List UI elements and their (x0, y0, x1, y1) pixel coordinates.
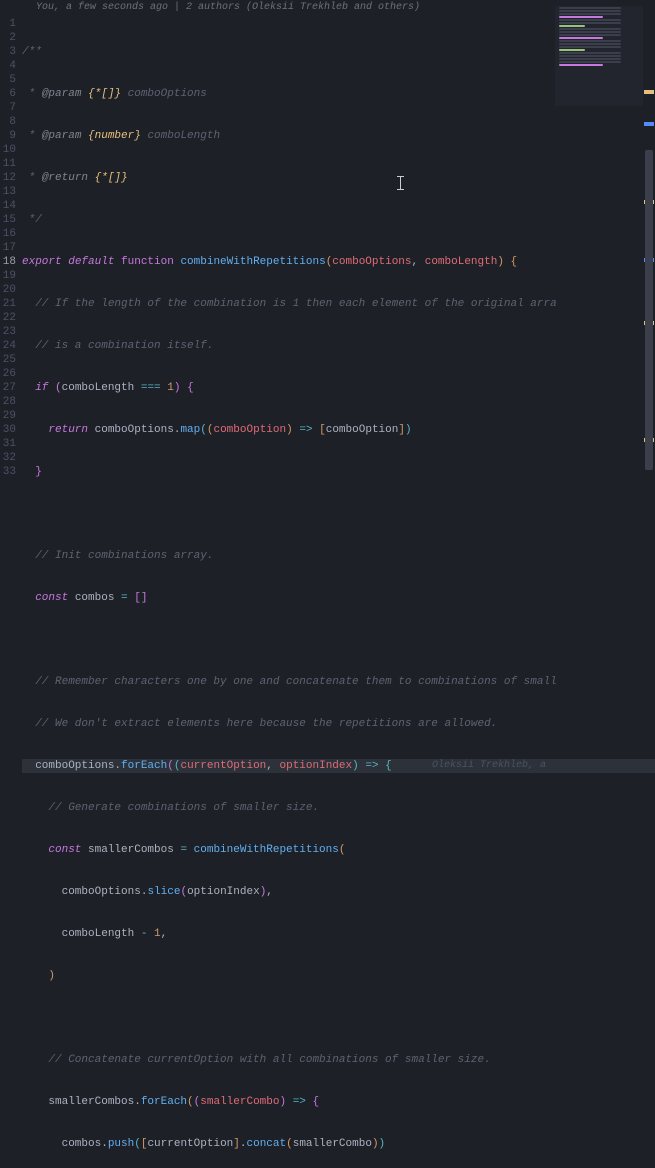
code-line[interactable]: */ (22, 213, 655, 227)
line-number: 16 (0, 227, 16, 241)
code-line[interactable]: return comboOptions.map((comboOption) =>… (22, 423, 655, 437)
code-line[interactable]: // If the length of the combination is 1… (22, 297, 655, 311)
line-number: 18 (0, 255, 16, 269)
minimap-line (559, 61, 621, 63)
code-line[interactable]: // Remember characters one by one and co… (22, 675, 655, 689)
code-line[interactable]: * @return {*[]} (22, 171, 655, 185)
code-line-active[interactable]: comboOptions.forEach((currentOption, opt… (22, 759, 655, 773)
code-line[interactable]: // We don't extract elements here becaus… (22, 717, 655, 731)
line-number-gutter: 1 2 3 4 5 6 7 8 9 10 11 12 13 14 15 16 1… (0, 17, 22, 1168)
minimap-line (559, 7, 621, 9)
minimap-line (559, 25, 585, 27)
minimap-line (559, 64, 603, 66)
line-number: 4 (0, 59, 16, 73)
overview-marker (644, 122, 654, 126)
line-number: 8 (0, 115, 16, 129)
code-line[interactable]: * @param {number} comboLength (22, 129, 655, 143)
code-line[interactable]: comboOptions.slice(optionIndex), (22, 885, 655, 899)
line-number: 15 (0, 213, 16, 227)
line-number: 27 (0, 381, 16, 395)
line-number: 10 (0, 143, 16, 157)
line-number: 29 (0, 409, 16, 423)
minimap-line (559, 10, 621, 12)
line-number: 24 (0, 339, 16, 353)
code-line[interactable]: const smallerCombos = combineWithRepetit… (22, 843, 655, 857)
line-number: 5 (0, 73, 16, 87)
line-number: 32 (0, 451, 16, 465)
inline-git-blame: Oleksii Trekhleb, a (432, 759, 546, 773)
minimap-line (559, 46, 621, 48)
code-line[interactable]: const combos = [] (22, 591, 655, 605)
line-number: 11 (0, 157, 16, 171)
code-line[interactable]: comboLength - 1, (22, 927, 655, 941)
minimap-line (559, 52, 621, 54)
minimap[interactable] (555, 6, 643, 106)
overview-marker (644, 90, 654, 94)
code-line[interactable]: // Init combinations array. (22, 549, 655, 563)
line-number: 31 (0, 437, 16, 451)
minimap-line (559, 40, 621, 42)
minimap-line (559, 13, 621, 15)
line-number: 26 (0, 367, 16, 381)
code-editor[interactable]: 1 2 3 4 5 6 7 8 9 10 11 12 13 14 15 16 1… (0, 17, 655, 1168)
code-area[interactable]: /** * @param {*[]} comboOptions * @param… (22, 17, 655, 1168)
minimap-line (559, 55, 621, 57)
line-number: 3 (0, 45, 16, 59)
code-line[interactable] (22, 633, 655, 647)
line-number: 1 (0, 17, 16, 31)
line-number: 23 (0, 325, 16, 339)
line-number: 25 (0, 353, 16, 367)
minimap-line (559, 19, 621, 21)
line-number: 33 (0, 465, 16, 479)
line-number: 17 (0, 241, 16, 255)
code-line[interactable]: combos.push([currentOption].concat(small… (22, 1137, 655, 1151)
code-line[interactable]: export default function combineWithRepet… (22, 255, 655, 269)
line-number: 6 (0, 87, 16, 101)
code-line[interactable] (22, 507, 655, 521)
line-number: 14 (0, 199, 16, 213)
minimap-line (559, 16, 603, 18)
line-number: 21 (0, 297, 16, 311)
minimap-line (559, 34, 621, 36)
line-number: 22 (0, 311, 16, 325)
line-number: 20 (0, 283, 16, 297)
minimap-line (559, 31, 621, 33)
minimap-line (559, 49, 585, 51)
code-line[interactable] (22, 1011, 655, 1025)
minimap-line (559, 28, 621, 30)
code-line[interactable]: } (22, 465, 655, 479)
line-number: 30 (0, 423, 16, 437)
code-line[interactable]: // is a combination itself. (22, 339, 655, 353)
line-number: 28 (0, 395, 16, 409)
code-line[interactable]: ) (22, 969, 655, 983)
line-number: 9 (0, 129, 16, 143)
code-line[interactable]: smallerCombos.forEach((smallerCombo) => … (22, 1095, 655, 1109)
line-number: 19 (0, 269, 16, 283)
minimap-line (559, 43, 621, 45)
scrollbar-thumb[interactable] (645, 150, 653, 470)
code-line[interactable]: // Concatenate currentOption with all co… (22, 1053, 655, 1067)
vertical-scrollbar[interactable] (643, 0, 655, 584)
minimap-line (559, 58, 621, 60)
minimap-line (559, 37, 603, 39)
code-line[interactable]: // Generate combinations of smaller size… (22, 801, 655, 815)
code-line[interactable]: if (comboLength === 1) { (22, 381, 655, 395)
line-number: 13 (0, 185, 16, 199)
line-number: 2 (0, 31, 16, 45)
line-number: 7 (0, 101, 16, 115)
line-number: 12 (0, 171, 16, 185)
minimap-line (559, 22, 621, 24)
